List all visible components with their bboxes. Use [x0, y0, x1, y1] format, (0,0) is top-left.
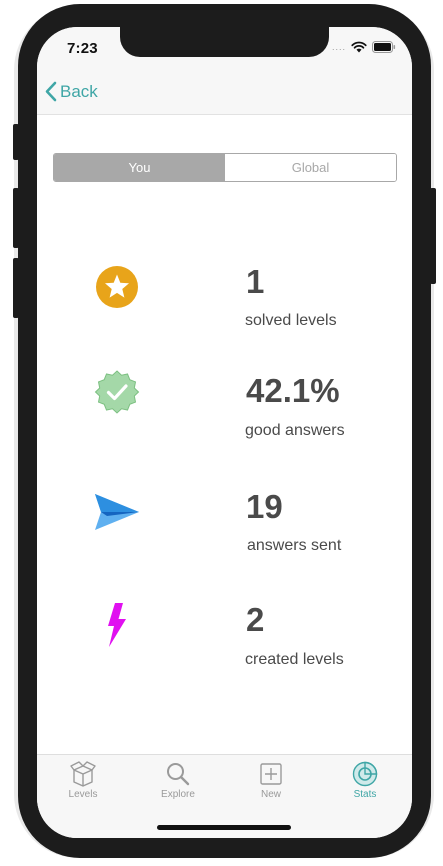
- tab-label: Levels: [68, 789, 98, 800]
- lightning-icon: [93, 601, 141, 649]
- tab-stats[interactable]: Stats: [330, 761, 400, 800]
- stat-value: 42.1%: [246, 372, 340, 409]
- tab-label: Stats: [353, 789, 377, 800]
- back-label: Back: [60, 81, 98, 101]
- check-badge-icon: [93, 368, 141, 416]
- tab-label: Explore: [161, 789, 195, 800]
- volume-down-button: [13, 258, 19, 318]
- tab-explore[interactable]: Explore: [143, 761, 213, 800]
- stat-value: 1: [246, 263, 265, 300]
- stat-label: solved levels: [245, 312, 337, 329]
- stat-created-levels: 2 created levels: [37, 601, 412, 681]
- stats-icon: [352, 761, 378, 787]
- tab-label: New: [260, 789, 281, 800]
- chevron-left-icon: [45, 81, 57, 102]
- plus-square-icon: [260, 763, 282, 785]
- paper-plane-icon: [93, 488, 141, 536]
- back-button[interactable]: Back: [45, 81, 98, 102]
- signal-icon: ....: [331, 42, 346, 52]
- stat-label: created levels: [245, 651, 344, 668]
- nav-bar: Back: [37, 71, 412, 115]
- tab-new[interactable]: New: [236, 761, 306, 800]
- tab-levels[interactable]: Levels: [48, 761, 118, 800]
- stat-label: good answers: [245, 422, 345, 439]
- box-icon: [70, 761, 96, 787]
- power-button: [430, 188, 436, 284]
- stat-solved-levels: 1 solved levels: [37, 263, 412, 343]
- mute-switch: [13, 124, 19, 160]
- screen: 7:23 .... Back You Global 1 solved level…: [37, 27, 412, 838]
- you-global-segmented-control[interactable]: You Global: [53, 153, 397, 182]
- stat-value: 19: [246, 488, 283, 525]
- volume-up-button: [13, 188, 19, 248]
- battery-icon: [372, 41, 396, 53]
- stat-answers-sent: 19 answers sent: [37, 488, 412, 568]
- stat-label: answers sent: [247, 537, 342, 554]
- wifi-icon: [351, 41, 367, 53]
- home-indicator: [157, 825, 291, 830]
- segment-you[interactable]: You: [54, 154, 225, 181]
- search-icon: [167, 763, 190, 786]
- status-icons: ....: [332, 41, 396, 53]
- status-time: 7:23: [67, 40, 98, 57]
- notch: [120, 27, 329, 57]
- stat-good-answers: 42.1% good answers: [37, 370, 412, 452]
- star-badge-icon: [93, 263, 141, 311]
- stat-value: 2: [246, 601, 265, 638]
- segment-global[interactable]: Global: [225, 154, 396, 181]
